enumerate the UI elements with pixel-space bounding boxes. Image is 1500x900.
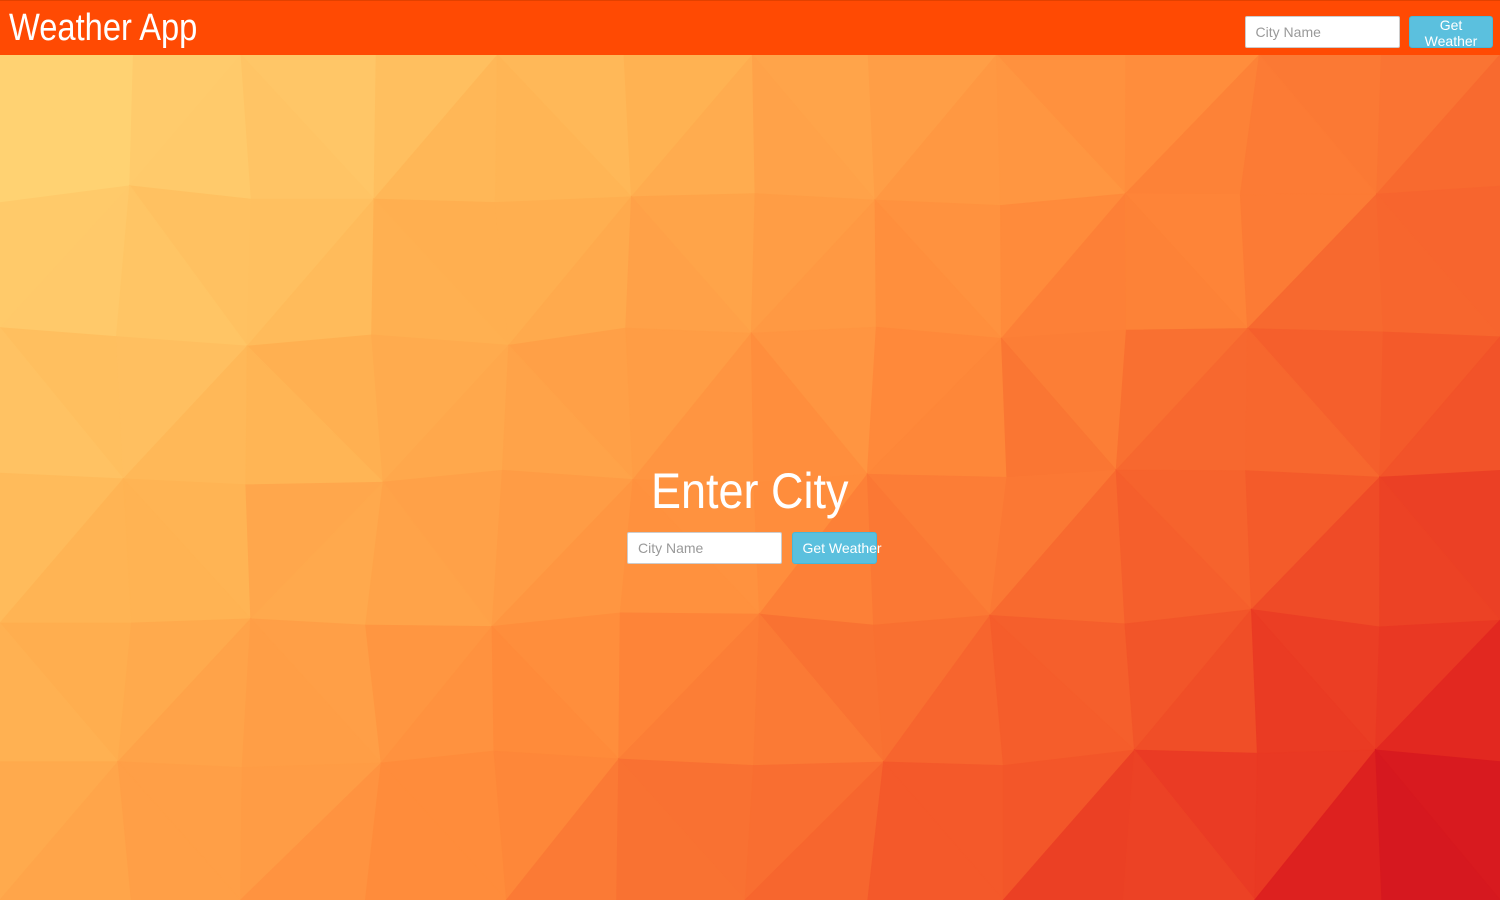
weather-app-page: Weather App Get Weather Enter City Get W… (0, 0, 1500, 900)
city-prompt: Enter City (0, 462, 1500, 520)
app-title[interactable]: Weather App (9, 7, 197, 49)
main-city-input[interactable] (627, 532, 782, 564)
navbar: Weather App Get Weather (0, 0, 1500, 55)
navbar-search-form: Get Weather (1244, 16, 1493, 49)
main-search-form: Get Weather (627, 532, 882, 564)
low-poly-background (0, 0, 1500, 900)
main-get-weather-button[interactable]: Get Weather (792, 532, 882, 564)
navbar-city-input[interactable] (1244, 16, 1400, 48)
navbar-get-weather-button[interactable]: Get Weather (1409, 16, 1493, 49)
enter-city-heading: Enter City (651, 463, 849, 519)
